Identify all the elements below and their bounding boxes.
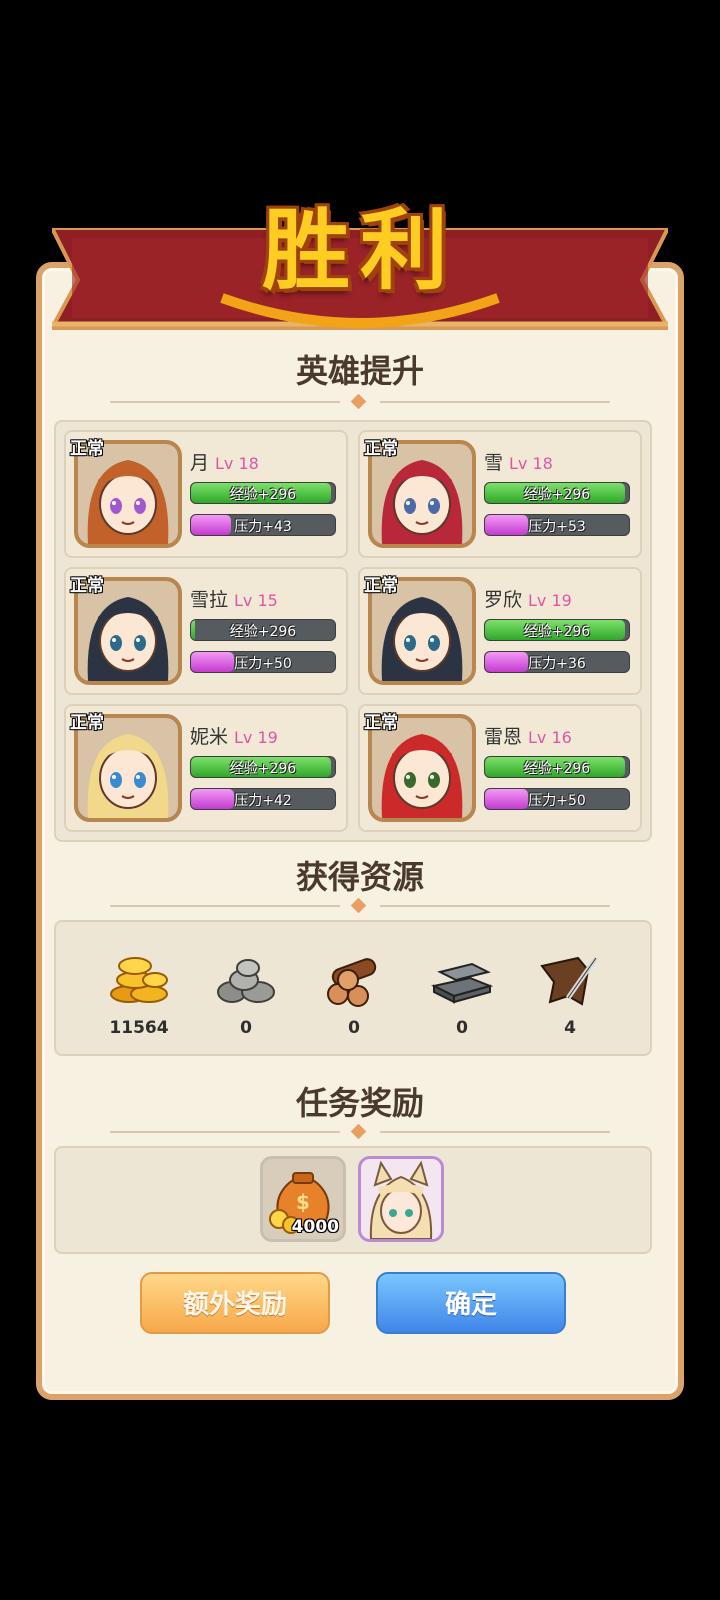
victory-title: 胜利: [261, 198, 458, 302]
hero-exp-bar: 经验+296: [484, 756, 630, 778]
exp-text: 经验+296: [229, 487, 297, 503]
resource-leather: 4: [520, 950, 620, 1060]
section-divider: [110, 897, 610, 914]
hero-level: Lv 19: [234, 728, 278, 747]
gold-coins-icon: [110, 957, 168, 1003]
resource-count: 0: [348, 1018, 360, 1038]
wood-logs-icon: [327, 958, 377, 1007]
hero-status-badge: 正常: [70, 713, 104, 733]
hero-avatar-icon: [78, 581, 178, 681]
extra-reward-button[interactable]: 额外奖励: [140, 1272, 330, 1334]
hero-card[interactable]: 正常 雪 Lv 18 经验+296 压力+53: [358, 430, 642, 558]
exp-text: 经验+296: [523, 624, 591, 640]
reward-amount: 4000: [291, 1217, 339, 1237]
hero-pressure-bar: 压力+43: [190, 514, 336, 536]
hero-exp-bar: 经验+296: [190, 756, 336, 778]
hero-name: 雪拉: [190, 589, 229, 611]
rewards-group: [54, 1146, 652, 1254]
hero-card[interactable]: 正常 妮米 Lv 19 经验+296 压力+42: [64, 704, 348, 832]
resource-count: 0: [456, 1018, 468, 1038]
section-divider: [110, 1123, 610, 1140]
hero-pressure-bar: 压力+50: [484, 788, 630, 810]
pressure-text: 压力+36: [528, 656, 586, 672]
resource-stone: 0: [196, 950, 296, 1060]
hero-name: 妮米: [190, 726, 229, 748]
hero-name: 月: [190, 452, 210, 474]
pressure-text: 压力+50: [528, 793, 586, 809]
hero-status-badge: 正常: [364, 713, 398, 733]
hero-avatar-icon: [372, 718, 472, 818]
resources-section-title: 获得资源: [295, 858, 424, 896]
hero-card[interactable]: 正常 月 Lv 18 经验+296 压力+43: [64, 430, 348, 558]
reward-item-hero[interactable]: [358, 1156, 444, 1242]
exp-text: 经验+296: [523, 487, 591, 503]
hero-card[interactable]: 正常 雷恩 Lv 16 经验+296 压力+50: [358, 704, 642, 832]
hero-avatar-icon: [78, 718, 178, 818]
hero-name-row: 月 Lv 18: [190, 448, 259, 475]
hero-status-badge: 正常: [364, 439, 398, 459]
hero-exp-bar: 经验+296: [190, 482, 336, 504]
hero-exp-bar: 经验+296: [484, 482, 630, 504]
pressure-text: 压力+50: [234, 656, 292, 672]
hero-name-row: 妮米 Lv 19: [190, 722, 278, 749]
hero-name-row: 雪拉 Lv 15: [190, 585, 278, 612]
section-divider: [110, 393, 610, 410]
reward-item-money[interactable]: $ 4000: [260, 1156, 346, 1242]
hero-pressure-bar: 压力+42: [190, 788, 336, 810]
hero-level: Lv 16: [528, 728, 572, 747]
hero-avatar-icon: [78, 444, 178, 544]
hero-exp-bar: 经验+296: [190, 619, 336, 641]
hero-name-row: 罗欣 Lv 19: [484, 585, 572, 612]
confirm-button[interactable]: 确定: [376, 1272, 566, 1334]
pressure-text: 压力+42: [234, 793, 292, 809]
hero-name-row: 雪 Lv 18: [484, 448, 553, 475]
hero-pressure-bar: 压力+36: [484, 651, 630, 673]
hero-name-row: 雷恩 Lv 16: [484, 722, 572, 749]
hero-card[interactable]: 正常 雪拉 Lv 15 经验+296 压力+50: [64, 567, 348, 695]
hero-status-badge: 正常: [70, 439, 104, 459]
rewards-section-title: 任务奖励: [295, 1084, 424, 1122]
hero-name: 雪: [484, 452, 504, 474]
hero-card[interactable]: 正常 罗欣 Lv 19 经验+296 压力+36: [358, 567, 642, 695]
hero-status-badge: 正常: [364, 576, 398, 596]
pressure-text: 压力+43: [234, 519, 292, 535]
stone-icon: [217, 959, 275, 1003]
hero-level: Lv 18: [215, 454, 259, 473]
hero-status-badge: 正常: [70, 576, 104, 596]
resource-count: 4: [564, 1018, 576, 1038]
hero-level: Lv 15: [234, 591, 278, 610]
hero-name: 雷恩: [484, 726, 523, 748]
leather-hide-icon: [540, 956, 599, 1006]
hero-pressure-bar: 压力+50: [190, 651, 336, 673]
pressure-text: 压力+53: [528, 519, 586, 535]
hero-portrait-catgirl-icon: [361, 1159, 441, 1239]
hero-level: Lv 19: [528, 591, 572, 610]
resources-group: 11564 0 0 0 4: [54, 920, 652, 1056]
svg-text:$: $: [296, 1190, 310, 1214]
resource-iron: 0: [412, 950, 512, 1060]
hero-level: Lv 18: [509, 454, 553, 473]
hero-avatar-icon: [372, 581, 472, 681]
resource-count: 11564: [109, 1018, 169, 1038]
resource-count: 0: [240, 1018, 252, 1038]
exp-text: 经验+296: [229, 761, 297, 777]
hero-exp-bar: 经验+296: [484, 619, 630, 641]
exp-text: 经验+296: [523, 761, 591, 777]
resource-gold: 11564: [89, 950, 189, 1060]
iron-ingot-icon: [431, 962, 494, 1004]
heroes-section-title: 英雄提升: [295, 352, 424, 390]
hero-pressure-bar: 压力+53: [484, 514, 630, 536]
resource-wood: 0: [304, 950, 404, 1060]
exp-text: 经验+296: [229, 624, 297, 640]
hero-name: 罗欣: [484, 589, 523, 611]
hero-avatar-icon: [372, 444, 472, 544]
